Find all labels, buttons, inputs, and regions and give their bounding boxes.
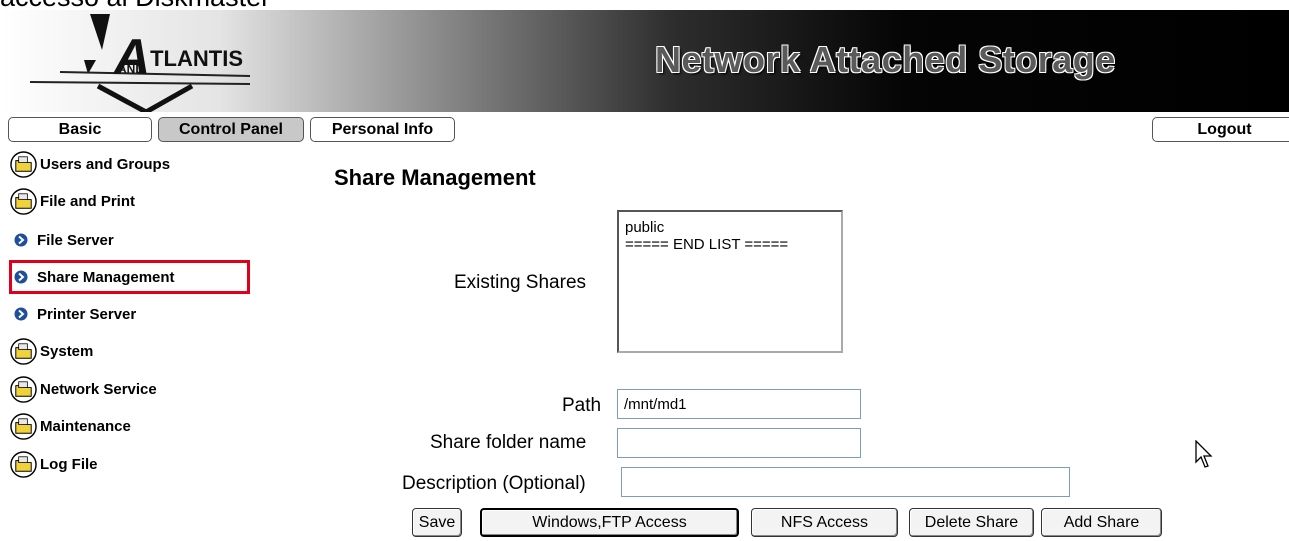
save-button[interactable]: Save	[412, 508, 462, 537]
sidebar-item-network-service[interactable]: Network Service	[10, 374, 157, 404]
logo-sub: AND	[118, 62, 144, 76]
sidebar-item-file-and-print[interactable]: File and Print	[10, 186, 135, 216]
sidebar-item-log-file[interactable]: Log File	[10, 449, 98, 479]
folder-icon	[10, 337, 37, 365]
delete-share-button[interactable]: Delete Share	[909, 508, 1034, 537]
list-item[interactable]: ===== END LIST =====	[625, 236, 835, 253]
logo: ATLANTIS	[114, 29, 243, 85]
sidebar-item-maintenance[interactable]: Maintenance	[10, 411, 131, 441]
nfs-access-button[interactable]: NFS Access	[751, 508, 898, 537]
folder-icon	[10, 412, 37, 440]
sidebar-item-users-and-groups[interactable]: Users and Groups	[10, 149, 170, 179]
logo-text: TLANTIS	[150, 46, 243, 71]
tab-personal-info[interactable]: Personal Info	[310, 117, 455, 142]
app-title: Network Attached Storage	[655, 39, 1116, 80]
share-folder-name-input[interactable]	[617, 428, 861, 458]
existing-shares-label: Existing Shares	[454, 272, 587, 293]
windows-ftp-access-button[interactable]: Windows,FTP Access	[480, 508, 739, 537]
sidebar-item-label: File Server	[37, 231, 114, 249]
header-banner: ATLANTIS AND Network Attached Storage	[0, 10, 1289, 112]
sidebar-item-label: Users and Groups	[40, 155, 171, 173]
sidebar-item-file-server[interactable]: File Server	[14, 225, 114, 255]
existing-shares-list[interactable]: public ===== END LIST =====	[617, 210, 843, 353]
tab-control-panel[interactable]: Control Panel	[158, 117, 304, 142]
path-label: Path	[562, 395, 602, 416]
logout-button[interactable]: Logout	[1152, 117, 1289, 142]
folder-icon	[10, 450, 37, 478]
sidebar-item-label: Printer Server	[37, 305, 137, 323]
selection-highlight	[9, 260, 250, 294]
add-share-button[interactable]: Add Share	[1041, 508, 1162, 537]
sidebar-item-system[interactable]: System	[10, 336, 93, 366]
sidebar-item-label: File and Print	[40, 192, 136, 210]
description-input[interactable]	[621, 467, 1070, 497]
folder-icon	[10, 150, 37, 178]
mouse-cursor-icon	[1195, 440, 1213, 468]
sidebar-item-label: System	[40, 342, 94, 360]
sidebar-item-label: Network Service	[40, 380, 157, 398]
share-folder-name-label: Share folder name	[430, 432, 587, 453]
folder-icon	[10, 187, 37, 215]
list-item[interactable]: public	[625, 219, 835, 236]
bullet-icon	[14, 307, 28, 321]
bullet-icon	[14, 233, 28, 247]
path-input[interactable]	[617, 389, 861, 419]
page-title: Share Management	[334, 165, 536, 190]
sidebar-item-label: Log File	[40, 455, 98, 473]
sidebar-item-printer-server[interactable]: Printer Server	[14, 299, 136, 329]
description-label: Description (Optional)	[402, 473, 586, 494]
sidebar-item-label: Maintenance	[40, 417, 131, 435]
tab-basic[interactable]: Basic	[8, 117, 152, 142]
folder-icon	[10, 375, 37, 403]
